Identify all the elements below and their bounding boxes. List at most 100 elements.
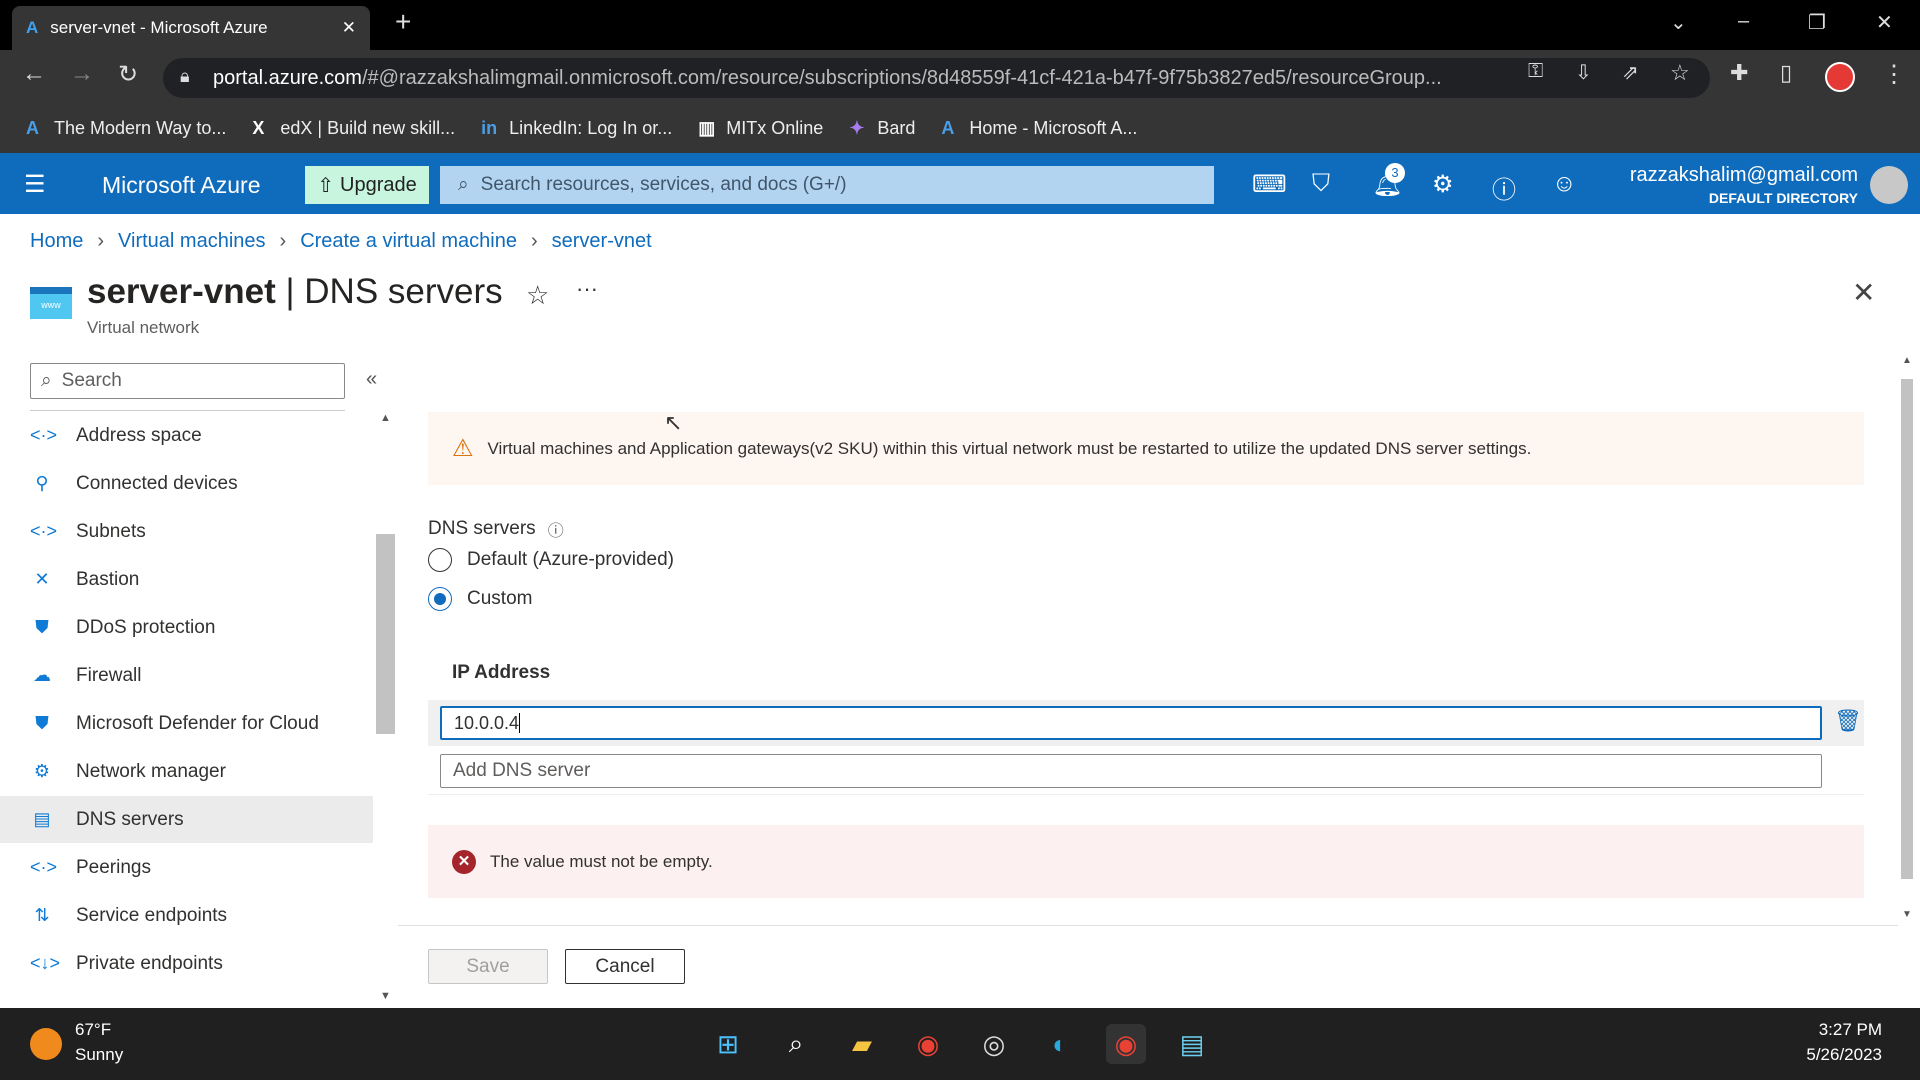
- extensions-icon[interactable]: ✚: [1730, 60, 1748, 86]
- radio-button[interactable]: [428, 587, 452, 611]
- browser-tab[interactable]: A server-vnet - Microsoft Azure ✕: [12, 6, 370, 50]
- reload-icon[interactable]: ↻: [118, 60, 138, 89]
- sidebar-item-label: Subnets: [76, 520, 146, 542]
- clock-time[interactable]: 3:27 PM: [1819, 1020, 1882, 1040]
- sidebar-item-bastion[interactable]: ✕ Bastion: [0, 556, 373, 603]
- feedback-icon[interactable]: ☺: [1552, 170, 1577, 198]
- bookmark[interactable]: in LinkedIn: Log In or...: [481, 118, 672, 139]
- sidebar-item-label: Private endpoints: [76, 952, 223, 974]
- sidebar-item-icon: ⇅: [34, 905, 50, 925]
- sidebar-item-subnets[interactable]: <·> Subnets: [0, 508, 373, 555]
- breadcrumb-home[interactable]: Home: [30, 230, 83, 253]
- weather-sun-icon[interactable]: [30, 1028, 62, 1060]
- add-dns-server-input[interactable]: Add DNS server: [440, 754, 1822, 788]
- favorite-star-icon[interactable]: ☆: [526, 280, 549, 311]
- ip-address-input[interactable]: 10.0.0.4: [440, 706, 1822, 740]
- new-tab-button[interactable]: +: [395, 6, 411, 38]
- restore-button[interactable]: ❐: [1808, 10, 1826, 35]
- key-icon[interactable]: ⚿: [1528, 60, 1543, 83]
- bookmark[interactable]: ▥ MITx Online: [698, 118, 823, 139]
- sidebar-item-peerings[interactable]: <·> Peerings: [0, 844, 373, 891]
- collapse-sidebar-icon[interactable]: «: [366, 368, 377, 391]
- edge-icon[interactable]: ◐: [1040, 1024, 1080, 1064]
- delete-trash-icon[interactable]: 🗑︎: [1834, 708, 1862, 734]
- close-tab-icon[interactable]: ✕: [342, 18, 356, 38]
- warning-text: Virtual machines and Application gateway…: [487, 438, 1532, 458]
- more-options-icon[interactable]: ···: [576, 276, 598, 302]
- user-avatar[interactable]: [1870, 166, 1908, 204]
- divider: [30, 410, 345, 411]
- forward-icon[interactable]: →: [70, 60, 94, 88]
- cloud-shell-icon[interactable]: ⌨: [1252, 170, 1287, 199]
- global-search-input[interactable]: ⌕ Search resources, services, and docs (G…: [440, 166, 1214, 204]
- obs-icon[interactable]: ◎: [974, 1024, 1014, 1064]
- sidebar-item-microsoft-defender-for-cloud[interactable]: ⛊ Microsoft Defender for Cloud: [0, 700, 373, 747]
- chrome-active-icon[interactable]: ◉: [1106, 1024, 1146, 1064]
- notification-badge: 3: [1385, 163, 1405, 183]
- sidebar-item-icon: <·>: [30, 425, 58, 445]
- breadcrumb-create-vm[interactable]: Create a virtual machine: [300, 230, 517, 253]
- bookmark[interactable]: A The Modern Way to...: [26, 118, 226, 139]
- sidebar-item-ddos-protection[interactable]: ⛊ DDoS protection: [0, 604, 373, 651]
- bookmark[interactable]: XedX | Build new skill...: [252, 118, 455, 139]
- breadcrumb-server-vnet[interactable]: server-vnet: [552, 230, 652, 253]
- azure-brand[interactable]: Microsoft Azure: [102, 172, 261, 199]
- upgrade-button[interactable]: ⇧ Upgrade: [305, 166, 429, 204]
- bookmark-star-icon[interactable]: ☆: [1670, 60, 1690, 86]
- sidebar-item-connected-devices[interactable]: ⚲ Connected devices: [0, 460, 373, 507]
- search-icon[interactable]: ⌕: [776, 1024, 816, 1064]
- address-bar[interactable]: portal.azure.com/#@razzakshalimgmail.onm…: [163, 58, 1710, 98]
- bookmark[interactable]: A Home - Microsoft A...: [941, 118, 1137, 139]
- radio-custom[interactable]: Custom: [428, 587, 532, 611]
- sidebar-item-label: DNS servers: [76, 808, 184, 830]
- divider: [428, 794, 1864, 795]
- notepad-icon[interactable]: ▤: [1172, 1024, 1212, 1064]
- radio-default[interactable]: Default (Azure-provided): [428, 548, 674, 572]
- weather-temp[interactable]: 67°F: [75, 1020, 111, 1040]
- lock-icon[interactable]: 🔒︎: [180, 66, 190, 87]
- sidebar-item-icon: <↓>: [30, 953, 61, 973]
- radio-button[interactable]: [428, 548, 452, 572]
- profile-avatar[interactable]: [1825, 62, 1855, 92]
- minimize-button[interactable]: –: [1738, 10, 1749, 33]
- user-email[interactable]: razzakshalim@gmail.com: [1630, 164, 1858, 187]
- share-icon[interactable]: ⇗: [1622, 60, 1639, 85]
- close-blade-icon[interactable]: ✕: [1852, 276, 1875, 309]
- sidebar-item-network-manager[interactable]: ⚙ Network manager: [0, 748, 373, 795]
- close-window-button[interactable]: ✕: [1876, 10, 1893, 35]
- directory-filter-icon[interactable]: ⛉: [1312, 170, 1330, 198]
- sidebar-item-label: Microsoft Defender for Cloud: [76, 712, 319, 734]
- sidebar-item-label: Service endpoints: [76, 904, 228, 926]
- hamburger-icon[interactable]: ☰: [24, 170, 46, 199]
- sidebar-scrollbar[interactable]: ▲ ▼: [376, 412, 395, 1002]
- start-icon[interactable]: ⊞: [708, 1024, 748, 1064]
- dns-servers-label: DNS servers ⓘ: [428, 517, 564, 541]
- error-icon: ✕: [452, 849, 476, 874]
- bookmark[interactable]: ✦ Bard: [849, 118, 915, 139]
- sidebar-item-dns-servers[interactable]: ▤ DNS servers: [0, 796, 373, 843]
- main-scrollbar[interactable]: ▲ ▼: [1898, 355, 1916, 920]
- sidepanel-icon[interactable]: ▯: [1780, 60, 1792, 86]
- cancel-button[interactable]: Cancel: [565, 949, 685, 984]
- chrome-icon[interactable]: ◉: [908, 1024, 948, 1064]
- weather-condition[interactable]: Sunny: [75, 1045, 123, 1065]
- tab-search-icon[interactable]: ⌄: [1670, 10, 1687, 35]
- help-icon[interactable]: ⓘ: [1492, 170, 1516, 205]
- sidebar-item-address-space[interactable]: <·> Address space: [0, 412, 373, 459]
- breadcrumb-virtual-machines[interactable]: Virtual machines: [118, 230, 265, 253]
- save-button[interactable]: Save: [428, 949, 548, 984]
- sidebar-search-input[interactable]: ⌕ Search: [30, 363, 345, 399]
- search-icon: ⌕: [41, 370, 52, 391]
- sidebar-item-service-endpoints[interactable]: ⇅ Service endpoints: [0, 892, 373, 939]
- sidebar-item-private-endpoints[interactable]: <↓> Private endpoints: [0, 940, 373, 987]
- install-icon[interactable]: ⇩: [1575, 60, 1592, 85]
- clock-date[interactable]: 5/26/2023: [1806, 1045, 1882, 1065]
- back-icon[interactable]: ←: [22, 60, 46, 88]
- menu-icon[interactable]: ⋮: [1882, 60, 1906, 89]
- sidebar-item-firewall[interactable]: ☁ Firewall: [0, 652, 373, 699]
- info-icon[interactable]: ⓘ: [548, 517, 564, 541]
- sidebar-item-label: Connected devices: [76, 472, 238, 494]
- file-explorer-icon[interactable]: ▰: [842, 1024, 882, 1064]
- page-subtitle: Virtual network: [87, 318, 200, 337]
- settings-icon[interactable]: ⚙: [1432, 170, 1454, 199]
